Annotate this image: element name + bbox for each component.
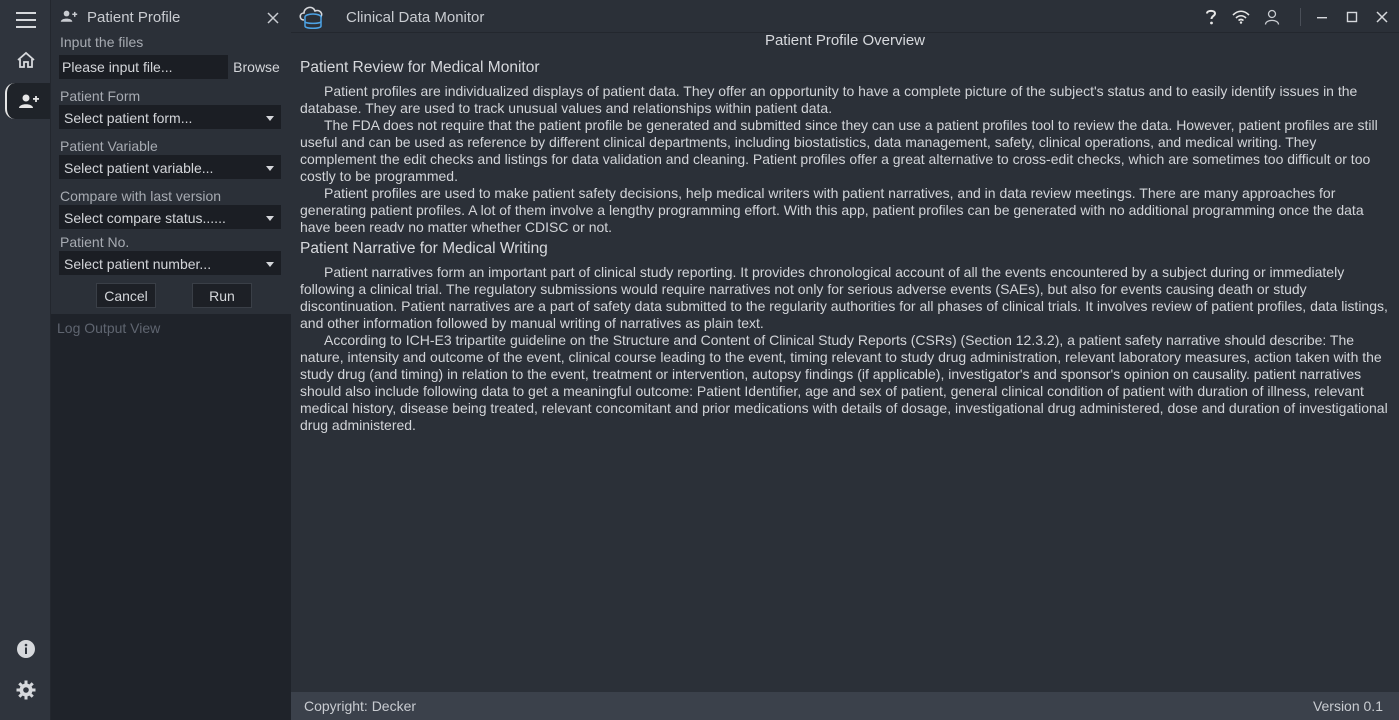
patient-number-select[interactable]: Select patient number... [59, 251, 281, 275]
wifi-icon[interactable] [1232, 8, 1250, 26]
patient-no-label: Patient No. [60, 234, 130, 250]
patient-variable-label: Patient Variable [60, 138, 158, 154]
section-title: Patient Narrative for Medical Writing [300, 240, 548, 257]
section-paragraph: Patient narratives form an important par… [300, 264, 1388, 331]
patient-profile-form: Patient Profile Input the files Browse P… [51, 0, 291, 314]
chevron-down-icon [266, 216, 274, 221]
compare-label: Compare with last version [60, 188, 222, 204]
home-icon[interactable] [0, 42, 51, 78]
help-icon[interactable] [1202, 8, 1220, 26]
patient-form-value: Select patient form... [64, 110, 193, 126]
file-path-input[interactable] [59, 55, 228, 79]
icon-rail [0, 0, 51, 720]
info-icon[interactable] [0, 631, 51, 667]
gear-icon[interactable] [0, 672, 51, 708]
overview-content: Patient Profile Overview Patient Review … [291, 33, 1399, 692]
section-paragraph: The FDA does not require that the patien… [300, 117, 1378, 184]
patient-variable-select[interactable]: Select patient variable... [59, 155, 281, 179]
close-window-icon[interactable] [1373, 8, 1391, 26]
copyright-text: Copyright: Decker [304, 698, 417, 714]
user-plus-icon [60, 9, 78, 28]
section-paragraph: Patient profiles are used to make patien… [300, 185, 1364, 235]
patient-number-value: Select patient number... [64, 256, 212, 272]
menu-icon[interactable] [0, 2, 51, 38]
compare-status-value: Select compare status...... [64, 210, 226, 226]
chevron-down-icon [266, 116, 274, 121]
user-icon[interactable] [1263, 8, 1281, 26]
minimize-icon[interactable] [1313, 8, 1331, 26]
log-output-label: Log Output View [57, 320, 161, 336]
patient-variable-value: Select patient variable... [64, 160, 214, 176]
titlebar-separator [1300, 8, 1301, 26]
app-title: Clinical Data Monitor [346, 9, 485, 26]
cancel-button[interactable]: Cancel [96, 283, 156, 308]
panel-title: Patient Profile [87, 9, 181, 26]
run-button[interactable]: Run [192, 283, 252, 308]
title-bar: Clinical Data Monitor [291, 0, 1399, 33]
version-text: Version 0.1 [1312, 698, 1383, 714]
user-plus-icon[interactable] [5, 83, 50, 119]
section-paragraph: Patient profiles are individualized disp… [300, 83, 1358, 116]
section-paragraph: According to ICH-E3 tripartite guideline… [300, 332, 1388, 433]
close-icon[interactable] [267, 11, 279, 29]
input-files-label: Input the files [60, 34, 144, 50]
maximize-icon[interactable] [1343, 8, 1361, 26]
status-bar: Copyright: Decker Version 0.1 [291, 692, 1399, 720]
cloud-database-icon [297, 3, 327, 35]
overview-title: Patient Profile Overview [764, 32, 926, 49]
patient-form-select[interactable]: Select patient form... [59, 105, 281, 129]
patient-form-label: Patient Form [60, 88, 141, 104]
chevron-down-icon [266, 262, 274, 267]
section-title: Patient Review for Medical Monitor [300, 59, 540, 76]
browse-button[interactable]: Browse [230, 55, 283, 79]
patient-profile-panel: Patient Profile Input the files Browse P… [51, 0, 291, 720]
panel-header: Patient Profile [51, 0, 291, 34]
compare-status-select[interactable]: Select compare status...... [59, 205, 281, 229]
chevron-down-icon [266, 166, 274, 171]
